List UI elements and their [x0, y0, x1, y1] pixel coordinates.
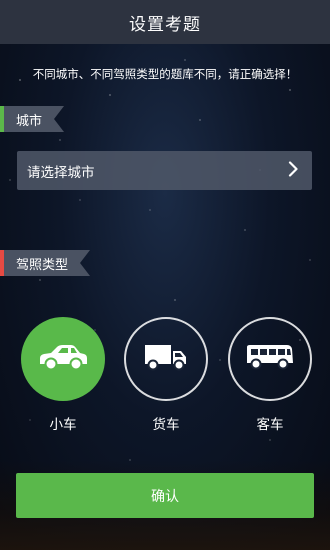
chevron-right-icon: [288, 160, 298, 181]
setup-screen: 设置考题 不同城市、不同驾照类型的题库不同，请正确选择！ 城市 请选择城市 驾照…: [0, 0, 330, 550]
car-label: 小车: [49, 417, 77, 433]
license-option-truck[interactable]: 货车: [124, 317, 208, 433]
page-title: 设置考题: [129, 14, 201, 35]
truck-option-circle[interactable]: [124, 317, 208, 401]
car-option-circle[interactable]: [21, 317, 105, 401]
license-option-car[interactable]: 小车: [21, 317, 105, 433]
city-tag-label: 城市: [4, 106, 64, 132]
city-select-button[interactable]: 请选择城市: [17, 151, 312, 190]
license-section-tag: 驾照类型: [0, 250, 90, 276]
city-tag-marker: [0, 106, 4, 132]
truck-label: 货车: [152, 417, 180, 433]
license-option-bus[interactable]: 客车: [228, 317, 312, 433]
city-select-placeholder: 请选择城市: [27, 164, 95, 181]
bus-icon: [245, 343, 295, 375]
confirm-label: 确认: [151, 488, 179, 505]
truck-icon: [143, 342, 189, 376]
bus-option-circle[interactable]: [228, 317, 312, 401]
city-section-tag: 城市: [0, 106, 64, 132]
notice-text: 不同城市、不同驾照类型的题库不同，请正确选择！: [32, 67, 298, 81]
license-type-options: 小车 货车 客车: [0, 317, 330, 437]
confirm-button[interactable]: 确认: [16, 473, 314, 518]
car-icon: [37, 342, 89, 376]
bus-label: 客车: [256, 417, 284, 433]
license-tag-label: 驾照类型: [4, 250, 90, 276]
license-tag-marker: [0, 250, 4, 276]
title-bar: 设置考题: [0, 0, 330, 44]
